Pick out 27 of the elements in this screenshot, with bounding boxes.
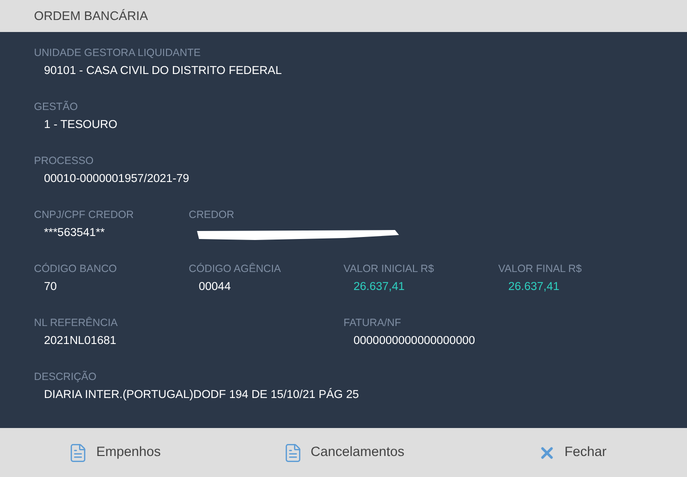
field-value: DIARIA INTER.(PORTUGAL)DODF 194 DE 15/10/21 PÁG 25: [44, 387, 359, 403]
field-value: 1 - TESOURO: [44, 118, 118, 133]
field-label: DESCRIÇÃO: [34, 370, 96, 384]
field-label: PROCESSO: [34, 154, 94, 168]
field-label: CNPJ/CPF CREDOR: [34, 208, 134, 222]
field-label: NL REFERÊNCIA: [34, 316, 118, 330]
field-value: 90101 - CASA CIVIL DO DISTRITO FEDERAL: [44, 64, 282, 79]
field-label: CÓDIGO BANCO: [34, 262, 117, 276]
footer-button[interactable]: Fechar: [534, 438, 611, 467]
field-label: GESTÃO: [34, 100, 78, 114]
window-title: ORDEM BANCÁRIA: [34, 8, 148, 25]
field-label: CÓDIGO AGÊNCIA: [188, 262, 281, 276]
footer-button[interactable]: Empenhos: [64, 438, 165, 467]
field-value: 0000000000000000000: [354, 334, 476, 349]
footer-button[interactable]: Cancelamentos: [278, 438, 408, 467]
field-label: CREDOR: [188, 208, 234, 222]
field-value: 00010-0000001957/2021-79: [44, 172, 190, 187]
field-value: ***563541**: [44, 226, 105, 241]
field-value: 26.637,41: [508, 280, 560, 295]
field-label: VALOR INICIAL R$: [344, 262, 434, 276]
field-value: 26.637,41: [354, 280, 405, 295]
field-label: UNIDADE GESTORA LIQUIDANTE: [34, 46, 201, 60]
field-value: 70: [44, 280, 57, 295]
field-value: 00044: [198, 280, 231, 295]
field-label: FATURA/NF: [344, 316, 402, 330]
field-label: VALOR FINAL R$: [498, 262, 582, 276]
field-value: 2021NL01681: [44, 334, 116, 349]
